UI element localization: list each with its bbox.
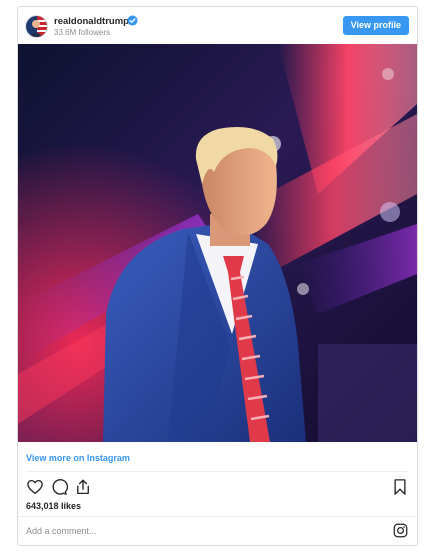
instagram-logo-icon[interactable]	[393, 523, 408, 538]
post-photo[interactable]	[18, 44, 417, 442]
follower-count: 33.6M followers	[54, 28, 111, 37]
like-count[interactable]: 643,018 likes	[26, 501, 81, 511]
action-bar	[18, 478, 417, 498]
view-profile-button[interactable]: View profile	[342, 16, 409, 35]
divider	[18, 516, 417, 517]
heart-icon[interactable]	[26, 478, 44, 496]
share-icon[interactable]	[74, 478, 92, 496]
bookmark-icon[interactable]	[391, 478, 409, 496]
comment-input[interactable]	[26, 524, 376, 538]
avatar[interactable]	[26, 16, 47, 37]
post-header: realdonaldtrump 33.6M followers View pro…	[18, 7, 417, 45]
username[interactable]: realdonaldtrump	[54, 16, 129, 27]
view-more-link[interactable]: View more on Instagram	[26, 453, 130, 463]
divider	[26, 471, 409, 472]
instagram-embed-card: realdonaldtrump 33.6M followers View pro…	[17, 6, 418, 546]
verified-badge-icon	[127, 15, 138, 26]
comment-icon[interactable]	[50, 478, 68, 496]
